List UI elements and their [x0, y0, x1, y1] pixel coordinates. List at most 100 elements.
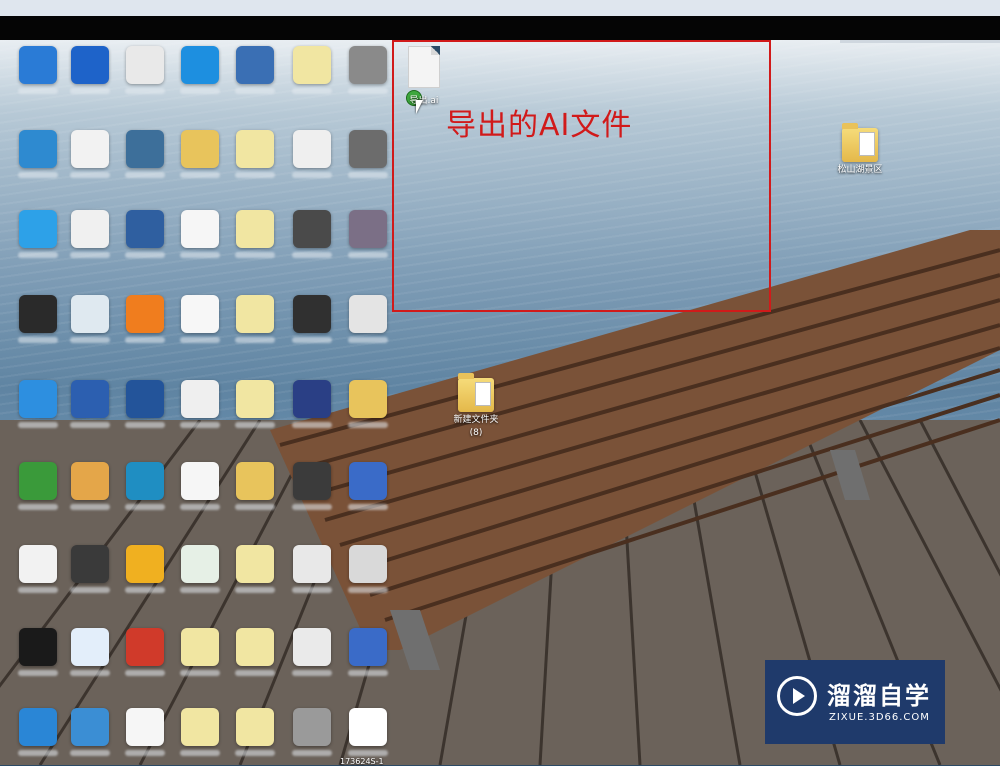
desktop-icon[interactable] [60, 210, 120, 258]
desktop-icon[interactable] [282, 545, 342, 593]
desktop-icon[interactable] [8, 295, 68, 343]
desktop-icon[interactable] [8, 708, 68, 756]
desktop-icon[interactable] [282, 295, 342, 343]
desktop-icon[interactable] [282, 210, 342, 258]
desktop-icon-label-blurred [348, 422, 388, 428]
desktop-icon[interactable] [8, 380, 68, 428]
desktop-icon-label-blurred [18, 422, 58, 428]
desktop-icon[interactable] [8, 130, 68, 178]
app-icon [126, 380, 164, 418]
desktop-icon[interactable] [170, 628, 230, 676]
desktop-icon[interactable] [225, 295, 285, 343]
app-icon [19, 210, 57, 248]
watermark-url: ZIXUE.3D66.COM [829, 712, 930, 723]
desktop-icon[interactable] [115, 46, 175, 94]
desktop-icon[interactable] [282, 628, 342, 676]
desktop-icon[interactable] [338, 295, 398, 343]
desktop-icon[interactable] [115, 545, 175, 593]
desktop-icon[interactable] [338, 380, 398, 428]
desktop-icon-label-blurred [180, 172, 220, 178]
desktop-icon-label-blurred [348, 750, 388, 756]
desktop-icon[interactable] [115, 130, 175, 178]
desktop-icon[interactable] [60, 380, 120, 428]
desktop-icon[interactable] [60, 130, 120, 178]
desktop-icon[interactable] [282, 462, 342, 510]
watermark-logo: 溜溜自学 ZIXUE.3D66.COM [765, 660, 945, 744]
desktop-icon[interactable] [115, 628, 175, 676]
desktop-icon[interactable] [282, 708, 342, 756]
folder-songshan-label: 松山湖景区 [837, 165, 883, 175]
desktop-icon[interactable] [282, 380, 342, 428]
desktop-icon[interactable] [170, 210, 230, 258]
desktop-icon[interactable] [8, 628, 68, 676]
desktop-icon-label-blurred [18, 252, 58, 258]
desktop-icon[interactable] [338, 210, 398, 258]
desktop-icon[interactable] [225, 708, 285, 756]
screen-border [0, 16, 1000, 40]
desktop-icon[interactable] [170, 380, 230, 428]
desktop-icon[interactable] [225, 380, 285, 428]
folder-new[interactable]: 新建文件夹 (8) [446, 373, 506, 438]
desktop-icon[interactable] [225, 628, 285, 676]
desktop-icon[interactable] [60, 545, 120, 593]
image-icon [293, 46, 331, 84]
desktop-icon[interactable] [60, 708, 120, 756]
desktop-icon-label-blurred [125, 337, 165, 343]
desktop-icon[interactable] [115, 210, 175, 258]
desktop-icon[interactable] [225, 46, 285, 94]
desktop-icon-label-blurred [125, 587, 165, 593]
app-icon [126, 462, 164, 500]
folder-songshan[interactable]: 松山湖景区 [830, 123, 890, 175]
desktop-icon-label-blurred [70, 750, 110, 756]
desktop-icon[interactable] [225, 545, 285, 593]
image-icon [293, 380, 331, 418]
folder-icon [349, 380, 387, 418]
desktop-icon[interactable] [60, 295, 120, 343]
desktop-icon[interactable] [8, 462, 68, 510]
document-icon [71, 130, 109, 168]
desktop-icon-label-blurred [292, 750, 332, 756]
image-icon [236, 210, 274, 248]
desktop-icon[interactable] [60, 46, 120, 94]
desktop-icon[interactable] [8, 46, 68, 94]
app-icon [19, 130, 57, 168]
desktop-icon-label-blurred [180, 504, 220, 510]
archive-icon [349, 628, 387, 666]
window-title-bar [0, 0, 1000, 16]
desktop-icon[interactable] [338, 462, 398, 510]
desktop-icon[interactable] [338, 545, 398, 593]
desktop-icon[interactable] [115, 462, 175, 510]
app-icon [19, 708, 57, 746]
document-icon [126, 46, 164, 84]
desktop-icon[interactable] [115, 295, 175, 343]
desktop-icon-label-blurred [18, 337, 58, 343]
desktop-icon[interactable] [8, 545, 68, 593]
desktop-icon-label-blurred [70, 337, 110, 343]
document-icon [71, 210, 109, 248]
desktop-icon-label-blurred [70, 422, 110, 428]
desktop-icon[interactable] [60, 628, 120, 676]
desktop-icon[interactable] [225, 130, 285, 178]
desktop-icon[interactable] [282, 130, 342, 178]
desktop-icon[interactable] [170, 295, 230, 343]
desktop-icon[interactable] [170, 708, 230, 756]
desktop-icon[interactable] [115, 380, 175, 428]
desktop-icon[interactable] [225, 210, 285, 258]
desktop-icon[interactable] [338, 46, 398, 94]
desktop-icon-label-blurred [235, 504, 275, 510]
desktop-icon[interactable] [338, 708, 398, 756]
desktop-icon-label-blurred [70, 88, 110, 94]
desktop-icon[interactable] [115, 708, 175, 756]
desktop-icon[interactable] [282, 46, 342, 94]
desktop-icon[interactable] [60, 462, 120, 510]
desktop-icon[interactable] [338, 130, 398, 178]
desktop-icon[interactable] [170, 46, 230, 94]
desktop-icon[interactable] [225, 462, 285, 510]
desktop-icon[interactable] [338, 628, 398, 676]
desktop-icon[interactable] [8, 210, 68, 258]
image-icon [349, 295, 387, 333]
app-icon [19, 295, 57, 333]
desktop-icon[interactable] [170, 462, 230, 510]
desktop-icon[interactable] [170, 545, 230, 593]
desktop-icon[interactable] [170, 130, 230, 178]
